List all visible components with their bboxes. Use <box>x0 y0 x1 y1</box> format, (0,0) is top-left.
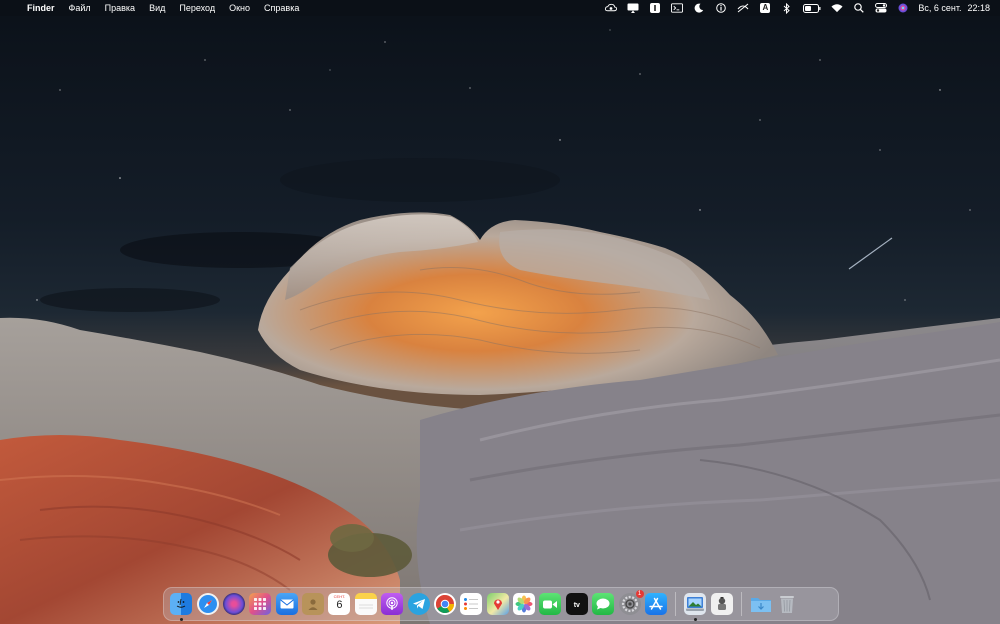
menu-edit[interactable]: Правка <box>98 0 142 16</box>
tv-label: tv <box>574 600 580 609</box>
dock-siri-icon[interactable] <box>222 593 245 615</box>
menu-bar-status: A Вс, 6 сент. 22:18 <box>600 0 1000 16</box>
menu-window[interactable]: Окно <box>222 0 257 16</box>
desktop-wallpaper <box>0 0 1000 624</box>
dock-podcasts-icon[interactable] <box>381 593 404 615</box>
dock-downloads-folder-icon[interactable] <box>750 593 772 615</box>
system-preferences-badge: 1 <box>635 590 644 598</box>
menu-bar-clock[interactable]: 22:18 <box>967 3 990 13</box>
dock-safari-icon[interactable] <box>196 593 219 615</box>
dock-trash-icon[interactable] <box>776 593 798 615</box>
dock-photos-icon[interactable] <box>513 593 536 615</box>
app-menu-finder[interactable]: Finder <box>20 0 62 16</box>
dock-calendar-icon[interactable]: СЕНТ. 6 <box>328 593 351 615</box>
control-center-icon[interactable] <box>875 3 888 13</box>
menu-help[interactable]: Справка <box>257 0 306 16</box>
dock-messages-icon[interactable] <box>592 593 615 615</box>
dock-separator-2 <box>740 592 742 616</box>
moon-icon[interactable] <box>693 3 705 13</box>
input-source-icon[interactable]: A <box>759 3 771 13</box>
dock-finder-icon[interactable] <box>170 593 193 621</box>
finder-running-indicator <box>179 618 183 621</box>
dock-automator-icon[interactable] <box>710 593 733 615</box>
dock-telegram-icon[interactable] <box>407 593 430 615</box>
slash-icon[interactable] <box>737 3 749 13</box>
dock-preview-icon[interactable] <box>684 593 707 621</box>
dock-facetime-icon[interactable] <box>539 593 562 615</box>
menu-file[interactable]: Файл <box>62 0 98 16</box>
dock-tv-icon[interactable]: tv <box>565 593 588 615</box>
battery-icon[interactable] <box>803 3 821 13</box>
menu-bar: Finder Файл Правка Вид Переход Окно Спра… <box>0 0 1000 16</box>
calendar-day-label: 6 <box>336 599 343 611</box>
dock-contacts-icon[interactable] <box>302 593 325 615</box>
dock-maps-icon[interactable] <box>486 593 509 615</box>
cloud-sync-icon[interactable] <box>605 3 618 13</box>
dock: СЕНТ. 6 tv 1 <box>163 587 839 621</box>
info-icon[interactable] <box>715 3 727 13</box>
dock-mail-icon[interactable] <box>275 593 298 615</box>
wifi-icon[interactable] <box>831 3 843 13</box>
menu-go[interactable]: Переход <box>172 0 222 16</box>
dock-notes-icon[interactable] <box>354 593 377 615</box>
klokki-icon[interactable] <box>649 3 661 13</box>
dock-chrome-icon[interactable] <box>433 593 456 615</box>
screen-mirror-icon[interactable] <box>627 3 639 13</box>
preview-running-indicator <box>693 618 697 621</box>
wallpaper-landscape <box>0 0 1000 624</box>
input-source-label: A <box>760 3 771 13</box>
dock-launchpad-icon[interactable] <box>249 593 272 615</box>
menu-view[interactable]: Вид <box>142 0 172 16</box>
dock-separator <box>675 592 677 616</box>
menu-bar-date[interactable]: Вс, 6 сент. <box>918 3 961 13</box>
siri-icon[interactable] <box>897 3 909 13</box>
dock-app-store-icon[interactable] <box>644 593 667 615</box>
spotlight-icon[interactable] <box>853 3 865 13</box>
dock-system-preferences-icon[interactable]: 1 <box>618 590 644 615</box>
terminal-icon[interactable] <box>671 3 684 13</box>
bluetooth-icon[interactable] <box>781 2 793 14</box>
menu-bar-left: Finder Файл Правка Вид Переход Окно Спра… <box>0 0 306 16</box>
tv-label-text: tv <box>573 601 580 609</box>
dock-reminders-icon[interactable] <box>460 593 483 615</box>
